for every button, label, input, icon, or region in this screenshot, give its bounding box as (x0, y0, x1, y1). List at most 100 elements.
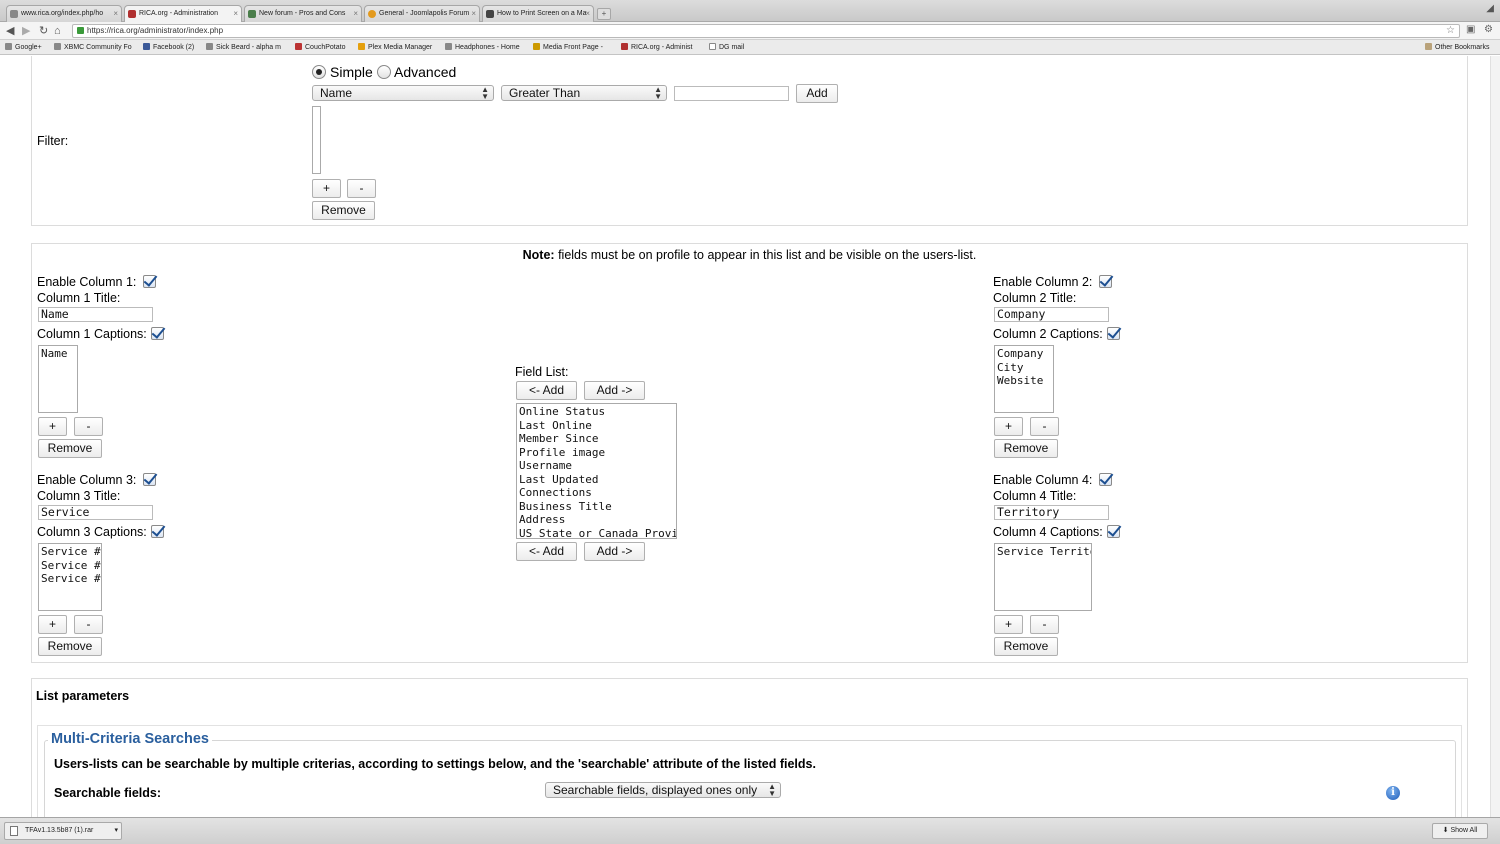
column-2-captions-list[interactable]: Company City Website (994, 345, 1054, 413)
list-item[interactable]: Website (997, 374, 1053, 388)
list-item[interactable]: Member Since (519, 432, 676, 446)
enable-column-4-checkbox[interactable] (1099, 473, 1112, 486)
list-item[interactable]: Last Online (519, 419, 676, 433)
list-item[interactable]: Service #1 (41, 545, 101, 559)
bookmark-item[interactable]: Headphones - Home (445, 43, 520, 52)
column-4-minus-button[interactable]: - (1030, 615, 1059, 634)
bookmark-item[interactable]: CouchPotato (295, 43, 345, 52)
field-list[interactable]: Online Status Last Online Member Since P… (516, 403, 677, 539)
list-item[interactable]: Online Status (519, 405, 676, 419)
simple-radio[interactable] (312, 65, 326, 79)
column-2-plus-button[interactable]: + (994, 417, 1023, 436)
scrollbar[interactable] (1490, 56, 1500, 817)
column-3-title-input[interactable]: Service (38, 505, 153, 520)
list-item[interactable]: Service Territory (997, 545, 1091, 559)
column-1-plus-button[interactable]: + (38, 417, 67, 436)
column-3-remove-button[interactable]: Remove (38, 637, 102, 656)
bookmark-item[interactable]: XBMC Community Fo (54, 43, 132, 52)
close-icon[interactable]: × (585, 6, 590, 22)
add-left-bottom-button[interactable]: <- Add (516, 542, 577, 561)
column-4-remove-button[interactable]: Remove (994, 637, 1058, 656)
chevron-down-icon[interactable]: ▾ (114, 823, 118, 839)
wrench-icon[interactable]: ⚙ (1484, 24, 1493, 35)
close-icon[interactable]: × (353, 6, 358, 22)
column-2-title-input[interactable]: Company (994, 307, 1109, 322)
joomlapolis-icon (368, 10, 376, 18)
close-icon[interactable]: × (233, 6, 238, 22)
column-1-captions-checkbox[interactable] (151, 327, 164, 340)
column-4-captions-checkbox[interactable] (1107, 525, 1120, 538)
column-2-captions-checkbox[interactable] (1107, 327, 1120, 340)
tab-new-forum[interactable]: New forum - Pros and Cons × (244, 5, 362, 22)
bookmark-item[interactable]: DG mail (709, 43, 744, 52)
add-left-top-button[interactable]: <- Add (516, 381, 577, 400)
tab-print-screen[interactable]: How to Print Screen on a Ma × (482, 5, 594, 22)
list-item[interactable]: City (997, 361, 1053, 375)
bookmark-item[interactable]: Facebook (2) (143, 43, 194, 52)
list-item[interactable]: Last Updated (519, 473, 676, 487)
new-tab-button[interactable]: + (597, 8, 611, 20)
bookmark-item[interactable]: Sick Beard - alpha m (206, 43, 281, 52)
list-item[interactable]: Address (519, 513, 676, 527)
show-all-button[interactable]: ⬇ Show All (1432, 823, 1488, 839)
column-1-minus-button[interactable]: - (74, 417, 103, 436)
close-icon[interactable]: × (113, 6, 118, 22)
tab-rica-home[interactable]: www.rica.org/index.php/ho × (6, 5, 122, 22)
column-1-remove-button[interactable]: Remove (38, 439, 102, 458)
list-item[interactable]: Business Title (519, 500, 676, 514)
extension-icon[interactable]: ▣ (1466, 24, 1475, 35)
list-item[interactable]: Name (41, 347, 77, 361)
filter-plus-button[interactable]: + (312, 179, 341, 198)
bookmark-star-icon[interactable]: ☆ (1446, 25, 1455, 37)
column-4-plus-button[interactable]: + (994, 615, 1023, 634)
window-resize-icon[interactable]: ◢ (1486, 3, 1494, 14)
column-1-captions-label: Column 1 Captions: (37, 327, 147, 341)
filter-field-select[interactable]: Name ▲ ▼ (312, 85, 494, 101)
enable-column-2-checkbox[interactable] (1099, 275, 1112, 288)
searchable-fields-select[interactable]: Searchable fields, displayed ones only ▲… (545, 782, 781, 798)
info-icon[interactable]: i (1386, 786, 1400, 800)
filter-minus-button[interactable]: - (347, 179, 376, 198)
list-item[interactable]: Username (519, 459, 676, 473)
list-item[interactable]: Connections (519, 486, 676, 500)
advanced-radio[interactable] (377, 65, 391, 79)
enable-column-1-checkbox[interactable] (143, 275, 156, 288)
add-right-top-button[interactable]: Add -> (584, 381, 645, 400)
list-item[interactable]: Profile image (519, 446, 676, 460)
filter-value-input[interactable] (674, 86, 789, 101)
bookmark-item[interactable]: RICA.org - Administ (621, 43, 692, 52)
tab-rica-admin[interactable]: RICA.org - Administration × (124, 5, 242, 22)
back-icon[interactable]: ◀ (6, 24, 14, 38)
bookmark-item[interactable]: Google+ (5, 43, 42, 52)
list-item[interactable]: Service #3 (41, 572, 101, 586)
column-1-title-input[interactable]: Name (38, 307, 153, 322)
column-2-minus-button[interactable]: - (1030, 417, 1059, 436)
list-item[interactable]: Service #2 (41, 559, 101, 573)
column-1-captions-list[interactable]: Name (38, 345, 78, 413)
column-3-plus-button[interactable]: + (38, 615, 67, 634)
enable-column-3-checkbox[interactable] (143, 473, 156, 486)
bookmark-item[interactable]: Plex Media Manager (358, 43, 432, 52)
list-item[interactable]: US State or Canada Province (519, 527, 676, 539)
column-3-minus-button[interactable]: - (74, 615, 103, 634)
home-icon[interactable]: ⌂ (54, 24, 61, 38)
download-item[interactable]: TFAv1.13.5b87 (1).rar ▾ (4, 822, 122, 840)
column-4-captions-list[interactable]: Service Territory (994, 543, 1092, 611)
column-3-captions-checkbox[interactable] (151, 525, 164, 538)
column-4-title-input[interactable]: Territory (994, 505, 1109, 520)
tab-joomlapolis[interactable]: General - Joomlapolis Forum × (364, 5, 480, 22)
other-bookmarks[interactable]: Other Bookmarks (1425, 43, 1489, 52)
bookmark-item[interactable]: Media Front Page - (533, 43, 603, 52)
filter-operator-select[interactable]: Greater Than ▲ ▼ (501, 85, 667, 101)
filter-list[interactable] (312, 106, 321, 174)
close-icon[interactable]: × (471, 6, 476, 22)
column-2-remove-button[interactable]: Remove (994, 439, 1058, 458)
add-right-bottom-button[interactable]: Add -> (584, 542, 645, 561)
forward-icon[interactable]: ▶ (22, 24, 30, 38)
filter-add-button[interactable]: Add (796, 84, 838, 103)
reload-icon[interactable]: ↻ (39, 24, 48, 38)
list-item[interactable]: Company (997, 347, 1053, 361)
address-bar[interactable]: https://rica.org/administrator/index.php… (72, 24, 1460, 38)
filter-remove-button[interactable]: Remove (312, 201, 375, 220)
column-3-captions-list[interactable]: Service #1 Service #2 Service #3 (38, 543, 102, 611)
